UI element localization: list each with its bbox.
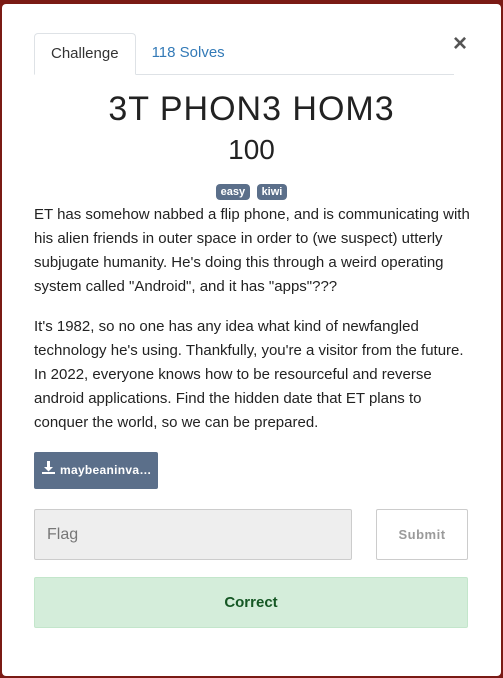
close-icon[interactable]: × (453, 32, 467, 56)
tag-badge-kiwi: kiwi (256, 184, 288, 200)
challenge-description: ET has somehow nabbed a flip phone, and … (34, 203, 474, 451)
tab-bar: Challenge 118 Solves (34, 33, 454, 75)
challenge-title: 3T PHON3 HOM3 (108, 90, 395, 128)
download-icon (42, 452, 56, 489)
description-paragraph: It's 1982, so no one has any idea what k… (34, 318, 464, 431)
result-alert: Correct (34, 577, 468, 628)
tab-solves[interactable]: 118 Solves (136, 33, 241, 74)
download-file-button[interactable]: maybeaninva… (34, 452, 158, 489)
tab-challenge[interactable]: Challenge (34, 33, 136, 75)
tag-badge-easy: easy (215, 184, 251, 200)
challenge-modal: × Challenge 118 Solves 3T PHON3 HOM3 100… (2, 4, 501, 676)
download-file-label: maybeaninva… (60, 463, 152, 477)
tag-list: easy kiwi (2, 182, 501, 200)
submit-button[interactable]: Submit (376, 509, 468, 560)
flag-input[interactable] (34, 509, 352, 560)
description-paragraph: ET has somehow nabbed a flip phone, and … (34, 206, 470, 295)
challenge-points: 100 (228, 134, 275, 165)
